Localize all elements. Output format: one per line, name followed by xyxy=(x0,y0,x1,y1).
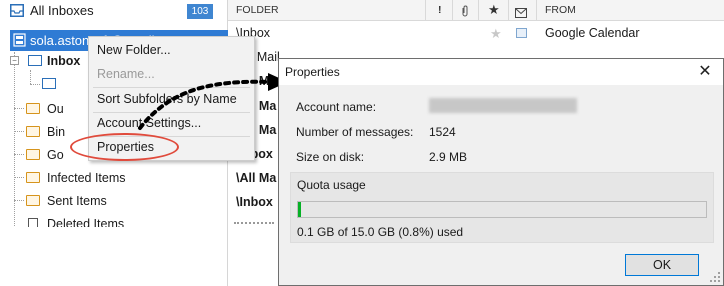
tree-connector xyxy=(30,84,40,85)
folder-item-sent[interactable]: Sent Items xyxy=(0,192,200,212)
ok-button[interactable]: OK xyxy=(625,254,699,276)
column-divider[interactable] xyxy=(425,0,426,20)
dialog-title: Properties xyxy=(285,65,340,79)
folder-label: Inbox xyxy=(47,54,81,68)
folder-icon xyxy=(26,149,40,160)
folder-item-deleted[interactable]: Deleted Items xyxy=(0,215,200,227)
message-folder: \Inbox xyxy=(236,195,273,209)
quota-usage-title: Quota usage xyxy=(297,178,366,192)
properties-dialog: Properties ✕ Account name: Number of mes… xyxy=(278,58,724,286)
dialog-titlebar[interactable]: Properties ✕ xyxy=(279,59,723,85)
folder-icon xyxy=(26,195,40,206)
trash-icon xyxy=(28,218,38,227)
size-on-disk-label: Size on disk: xyxy=(296,150,365,164)
account-icon xyxy=(13,33,26,47)
star-icon[interactable]: ★ xyxy=(490,26,502,42)
annotation-arrow xyxy=(138,73,288,130)
size-on-disk-value: 2.9 MB xyxy=(429,150,468,164)
folder-icon xyxy=(26,126,40,137)
folder-label: Deleted Items xyxy=(47,217,125,227)
account-name-label: Account name: xyxy=(296,100,377,114)
quota-progress-fill xyxy=(298,202,301,217)
folder-label: Go xyxy=(47,148,64,162)
folder-column-header[interactable]: FOLDER xyxy=(236,0,279,20)
folder-label: Ou xyxy=(47,102,64,116)
folder-icon xyxy=(26,103,40,114)
menu-item-label: New Folder... xyxy=(97,43,171,57)
column-divider[interactable] xyxy=(452,0,453,20)
folder-label: Sent Items xyxy=(47,194,107,208)
resize-grip-icon[interactable] xyxy=(709,271,721,283)
unread-count-badge: 103 xyxy=(187,4,213,19)
column-divider[interactable] xyxy=(508,0,509,20)
folder-label: Bin xyxy=(47,125,66,139)
star-icon[interactable]: ★ xyxy=(488,0,500,20)
folder-icon xyxy=(26,172,40,183)
row-divider xyxy=(234,222,274,228)
importance-column-icon[interactable]: ! xyxy=(438,0,442,20)
inboxes-icon xyxy=(10,4,24,17)
column-divider[interactable] xyxy=(536,0,537,20)
quota-usage-group: Quota usage 0.1 GB of 15.0 GB (0.8%) use… xyxy=(290,172,714,243)
all-inboxes-item[interactable]: All Inboxes 103 xyxy=(0,0,227,22)
paperclip-icon[interactable] xyxy=(461,4,469,24)
account-name-value-redacted xyxy=(429,98,577,113)
close-icon[interactable]: ✕ xyxy=(687,59,723,85)
subfolder-mail-icon xyxy=(42,78,56,89)
messages-count-label: Number of messages: xyxy=(296,125,414,139)
all-inboxes-label: All Inboxes xyxy=(30,3,94,18)
messages-count-value: 1524 xyxy=(429,125,456,139)
tree-connector xyxy=(30,70,31,84)
message-from: Google Calendar xyxy=(545,26,640,40)
column-divider[interactable] xyxy=(478,0,479,20)
message-list-header: FOLDER ! ★ FROM xyxy=(228,0,724,21)
message-row[interactable]: \Inbox ★ Google Calendar xyxy=(228,22,724,45)
quota-progress-bar xyxy=(297,201,707,218)
message-folder: \All Ma xyxy=(236,171,277,185)
inbox-icon xyxy=(28,55,42,66)
folder-item-infected[interactable]: Infected Items xyxy=(0,169,200,189)
from-column-header[interactable]: FROM xyxy=(545,0,576,20)
folder-label: Infected Items xyxy=(47,171,126,185)
calendar-icon xyxy=(516,28,527,38)
quota-usage-text: 0.1 GB of 15.0 GB (0.8%) used xyxy=(297,225,464,239)
